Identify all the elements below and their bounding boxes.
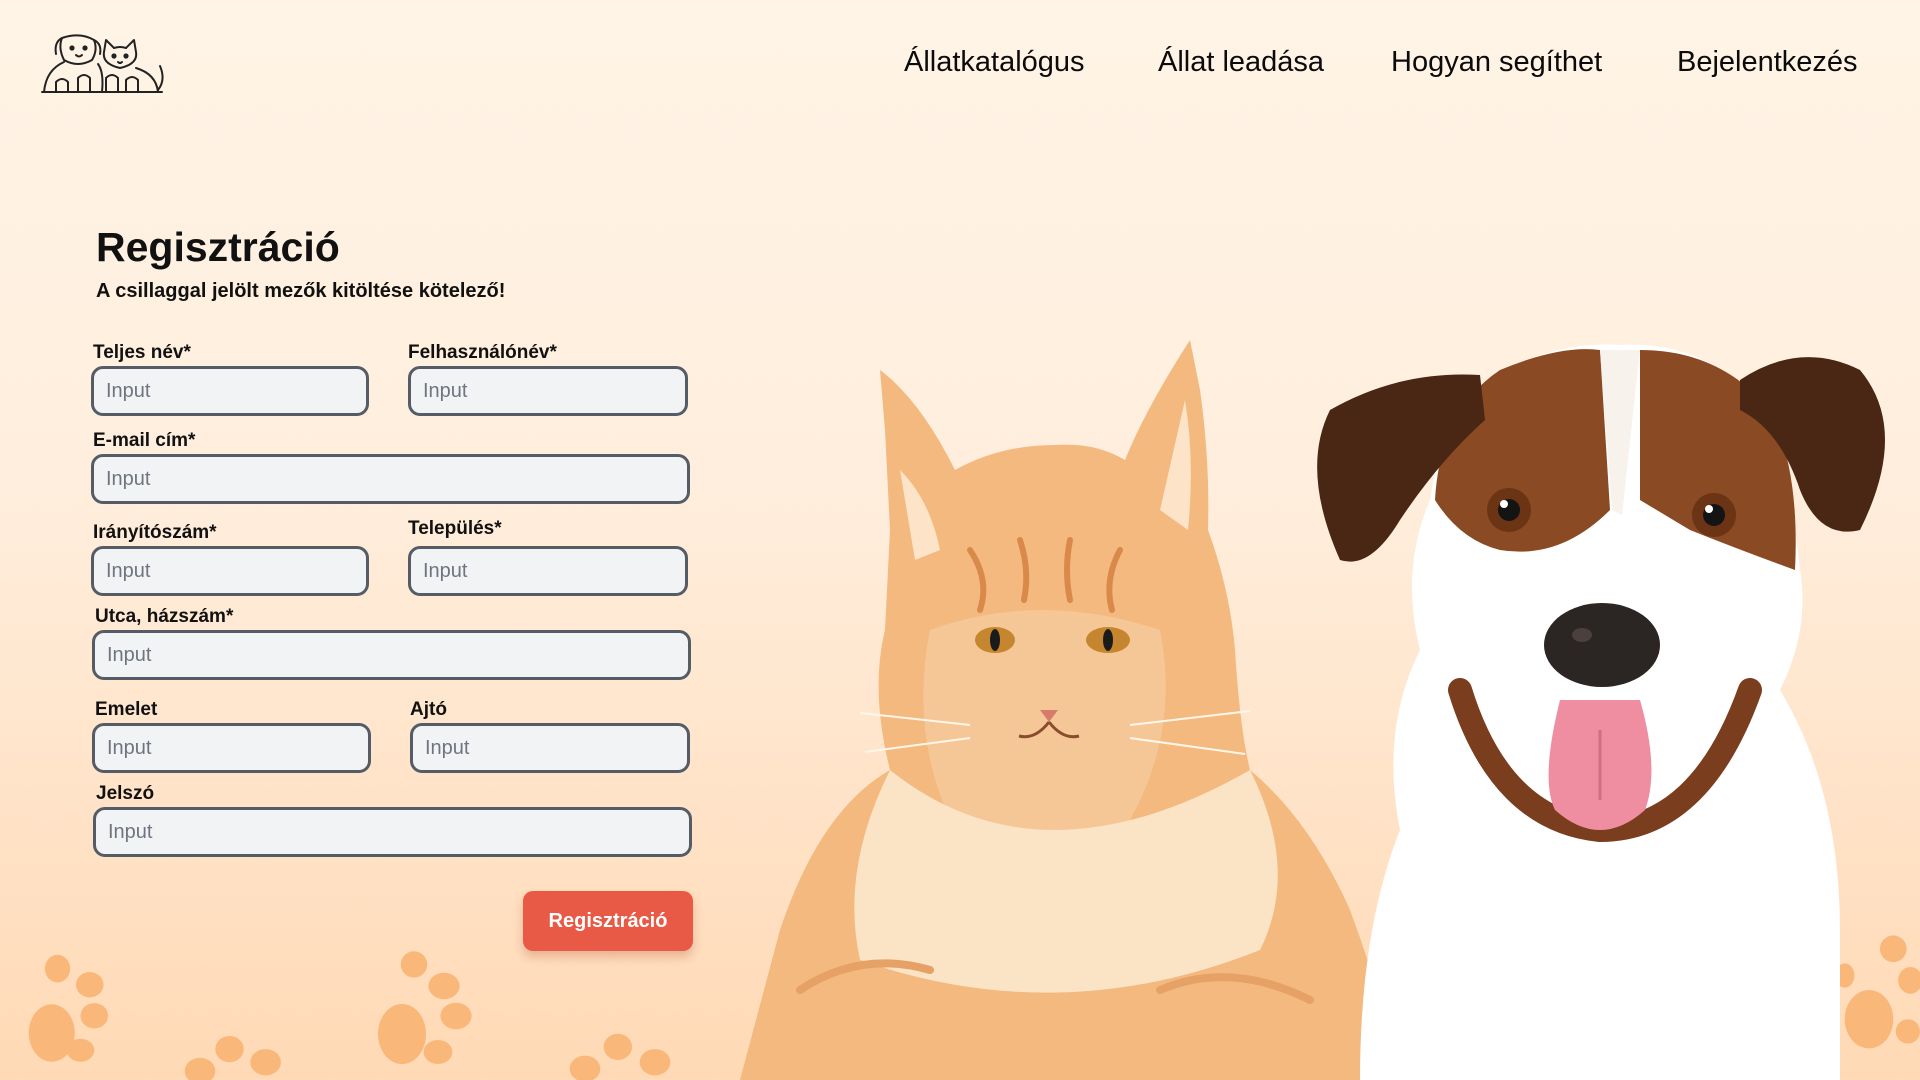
username-label: Felhasználónév* [408, 342, 557, 363]
postal-code-label: Irányítószám* [93, 522, 217, 543]
door-input[interactable] [410, 723, 690, 773]
cat-illustration [740, 340, 1400, 1080]
postal-code-input[interactable] [91, 546, 369, 596]
password-label: Jelszó [96, 783, 155, 804]
cat-and-dog-photo [740, 340, 1885, 1080]
nav-item-animal-catalog[interactable]: Állatkatalógus [904, 46, 1085, 79]
street-label: Utca, házszám* [95, 606, 234, 627]
full-name-label: Teljes név* [93, 342, 191, 363]
nav-item-surrender-animal[interactable]: Állat leadása [1158, 46, 1324, 79]
password-input[interactable] [93, 807, 692, 857]
street-input[interactable] [92, 630, 691, 680]
city-label: Település* [408, 518, 502, 539]
paw-print-icon [28, 954, 109, 1062]
form-subtitle: A csillaggal jelölt mezők kitöltése köte… [96, 280, 506, 302]
paw-print-icon [378, 951, 472, 1064]
email-input[interactable] [91, 454, 690, 504]
full-name-input[interactable] [91, 366, 369, 416]
dog-illustration [1317, 344, 1885, 1080]
main-navigation: Állatkatalógus Állat leadása Hogyan segí… [0, 46, 1920, 86]
form-title: Regisztráció [96, 224, 340, 270]
city-input[interactable] [408, 546, 688, 596]
door-label: Ajtó [410, 699, 447, 720]
nav-item-login[interactable]: Bejelentkezés [1677, 46, 1858, 79]
username-input[interactable] [408, 366, 688, 416]
floor-input[interactable] [92, 723, 371, 773]
email-label: E-mail cím* [93, 430, 196, 451]
floor-label: Emelet [95, 699, 158, 720]
register-button[interactable]: Regisztráció [523, 891, 693, 951]
paw-print-icon [184, 1035, 281, 1080]
nav-item-how-to-help[interactable]: Hogyan segíthet [1391, 46, 1602, 79]
paw-print-icon [569, 1033, 671, 1080]
